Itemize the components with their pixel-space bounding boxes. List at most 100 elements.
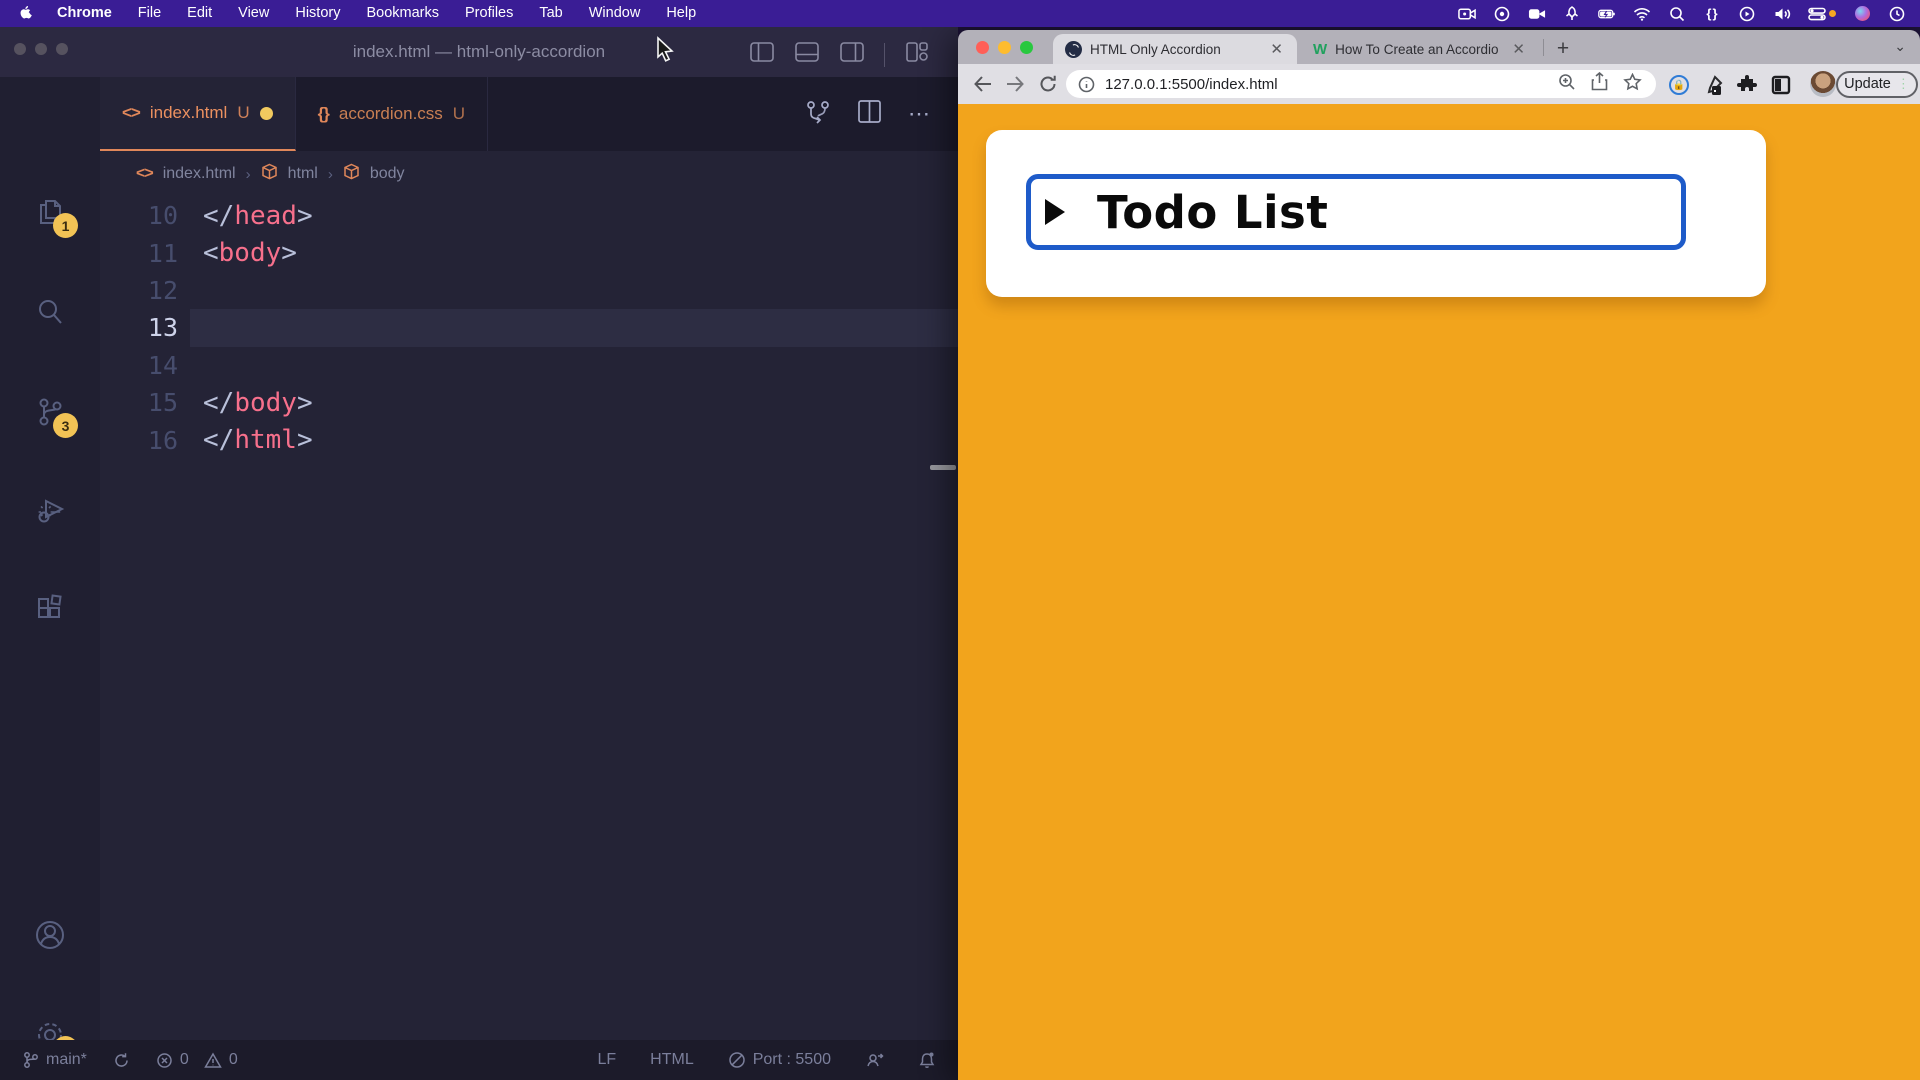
tab-divider bbox=[1543, 39, 1544, 56]
code-line-16[interactable]: 16</html> bbox=[100, 421, 958, 458]
menu-item-window[interactable]: Window bbox=[576, 0, 654, 27]
code-line-10[interactable]: 10</head> bbox=[100, 197, 958, 234]
explorer-icon[interactable]: 1 bbox=[30, 192, 70, 232]
code-editor[interactable]: 10</head>11<body>12131415</body>16</html… bbox=[100, 197, 958, 1040]
back-button[interactable] bbox=[970, 71, 996, 97]
menu-item-file[interactable]: File bbox=[125, 0, 174, 27]
bookmark-star-icon[interactable] bbox=[1623, 73, 1642, 96]
line-number: 14 bbox=[100, 351, 190, 380]
code-line-content[interactable] bbox=[190, 309, 958, 346]
browser-tab-html-only-accordion[interactable]: HTML Only Accordion ✕ bbox=[1053, 34, 1297, 64]
account-icon[interactable] bbox=[30, 915, 70, 955]
minimize-window-button[interactable] bbox=[998, 41, 1011, 54]
colorpicker-extension-icon[interactable] bbox=[1700, 72, 1726, 98]
code-line-content[interactable] bbox=[190, 272, 958, 309]
code-line-15[interactable]: 15</body> bbox=[100, 384, 958, 421]
open-changes-icon[interactable] bbox=[805, 98, 831, 131]
dark-reader-extension-icon[interactable] bbox=[1768, 72, 1794, 98]
toggle-panel-icon[interactable] bbox=[794, 39, 820, 70]
menu-item-help[interactable]: Help bbox=[653, 0, 709, 27]
problems-item[interactable]: 0 0 bbox=[156, 1051, 238, 1069]
share-icon[interactable] bbox=[1591, 72, 1608, 96]
screen-record-camera-icon[interactable] bbox=[1458, 5, 1476, 23]
menu-item-edit[interactable]: Edit bbox=[174, 0, 225, 27]
zoom-page-icon[interactable] bbox=[1558, 73, 1576, 96]
close-window-button[interactable] bbox=[976, 41, 989, 54]
window-resize-handle[interactable] bbox=[930, 465, 956, 470]
play-circle-icon[interactable] bbox=[1738, 5, 1756, 23]
braces-icon[interactable]: { } bbox=[1703, 5, 1721, 23]
tab-accordion-css[interactable]: {} accordion.css U bbox=[296, 77, 488, 151]
new-tab-button[interactable]: + bbox=[1548, 34, 1578, 64]
tab-index-html[interactable]: <> index.html U bbox=[100, 77, 296, 151]
zoom-window-button[interactable] bbox=[1020, 41, 1033, 54]
search-icon[interactable] bbox=[30, 292, 70, 332]
toggle-secondary-sidebar-icon[interactable] bbox=[839, 39, 865, 70]
extensions-icon[interactable] bbox=[30, 589, 70, 629]
language-mode-item[interactable]: HTML bbox=[650, 1051, 694, 1069]
extensions-puzzle-icon[interactable] bbox=[1734, 72, 1760, 98]
toggles-icon[interactable] bbox=[1808, 5, 1836, 23]
html-punctuation: </ bbox=[203, 201, 234, 231]
code-line-content[interactable]: </html> bbox=[190, 421, 958, 458]
line-number: 12 bbox=[100, 276, 190, 305]
customize-layout-icon[interactable] bbox=[904, 39, 930, 70]
url-text[interactable]: 127.0.0.1:5500/index.html bbox=[1105, 76, 1558, 93]
live-share-item[interactable] bbox=[865, 1051, 884, 1069]
git-branch-item[interactable]: main* bbox=[22, 1051, 87, 1069]
breadcrumb-html[interactable]: html bbox=[288, 165, 318, 183]
menu-item-profiles[interactable]: Profiles bbox=[452, 0, 526, 27]
rocket-icon[interactable] bbox=[1563, 5, 1581, 23]
eol-item[interactable]: LF bbox=[597, 1051, 616, 1069]
code-line-12[interactable]: 12 bbox=[100, 272, 958, 309]
address-bar[interactable]: 127.0.0.1:5500/index.html bbox=[1066, 70, 1656, 98]
code-line-content[interactable]: </head> bbox=[190, 197, 958, 234]
accordion-summary[interactable]: Todo List bbox=[1026, 174, 1686, 250]
record-dot-icon[interactable] bbox=[1493, 5, 1511, 23]
menu-item-history[interactable]: History bbox=[282, 0, 353, 27]
toggle-primary-sidebar-icon[interactable] bbox=[749, 39, 775, 70]
update-browser-button[interactable]: Update ⋮ bbox=[1836, 71, 1918, 98]
site-info-icon[interactable] bbox=[1078, 76, 1095, 93]
close-tab-icon[interactable]: ✕ bbox=[1266, 40, 1287, 58]
details-marker-triangle-icon bbox=[1045, 199, 1065, 225]
code-line-content[interactable]: </body> bbox=[190, 384, 958, 421]
breadcrumb-file[interactable]: index.html bbox=[163, 165, 236, 183]
live-server-port-item[interactable]: Port : 5500 bbox=[728, 1051, 831, 1069]
menu-item-chrome[interactable]: Chrome bbox=[44, 0, 125, 27]
more-actions-icon[interactable]: ⋯ bbox=[908, 101, 932, 127]
code-line-content[interactable] bbox=[190, 347, 958, 384]
breadcrumb-body[interactable]: body bbox=[370, 165, 405, 183]
tab-search-chevron-icon[interactable]: ⌄ bbox=[1894, 38, 1906, 55]
video-camera-icon[interactable] bbox=[1528, 5, 1546, 23]
vscode-status-bar: main* 0 0 LF HTML Port : 5500 bbox=[0, 1040, 958, 1080]
profile-avatar[interactable] bbox=[1810, 71, 1836, 97]
siri-icon[interactable] bbox=[1853, 5, 1871, 23]
code-line-11[interactable]: 11<body> bbox=[100, 234, 958, 271]
wifi-icon[interactable] bbox=[1633, 5, 1651, 23]
source-control-icon[interactable]: 3 bbox=[30, 392, 70, 432]
clock-icon[interactable] bbox=[1888, 5, 1906, 23]
menu-item-tab[interactable]: Tab bbox=[526, 0, 575, 27]
privacy-lock-extension-icon[interactable]: 🔒 bbox=[1666, 72, 1692, 98]
code-line-content[interactable]: <body> bbox=[190, 234, 958, 271]
forward-button[interactable] bbox=[1002, 71, 1028, 97]
apple-icon[interactable] bbox=[0, 6, 44, 22]
close-tab-icon[interactable]: ✕ bbox=[1508, 40, 1529, 58]
search-icon[interactable] bbox=[1668, 5, 1686, 23]
menu-item-bookmarks[interactable]: Bookmarks bbox=[353, 0, 452, 27]
menu-item-view[interactable]: View bbox=[225, 0, 282, 27]
browser-tab-how-to-create-accordion[interactable]: W How To Create an Accordion ✕ bbox=[1301, 34, 1539, 64]
battery-icon[interactable] bbox=[1598, 5, 1616, 23]
split-editor-icon[interactable] bbox=[857, 99, 882, 129]
line-number: 11 bbox=[100, 239, 190, 268]
unsaved-dot-icon[interactable] bbox=[260, 107, 273, 120]
volume-icon[interactable] bbox=[1773, 5, 1791, 23]
code-line-14[interactable]: 14 bbox=[100, 347, 958, 384]
reload-button[interactable] bbox=[1035, 71, 1061, 97]
update-label: Update bbox=[1844, 76, 1891, 92]
run-debug-icon[interactable] bbox=[30, 490, 70, 530]
notifications-bell-item[interactable] bbox=[918, 1051, 936, 1070]
sync-item[interactable] bbox=[113, 1052, 130, 1069]
code-line-13[interactable]: 13 bbox=[100, 309, 958, 346]
